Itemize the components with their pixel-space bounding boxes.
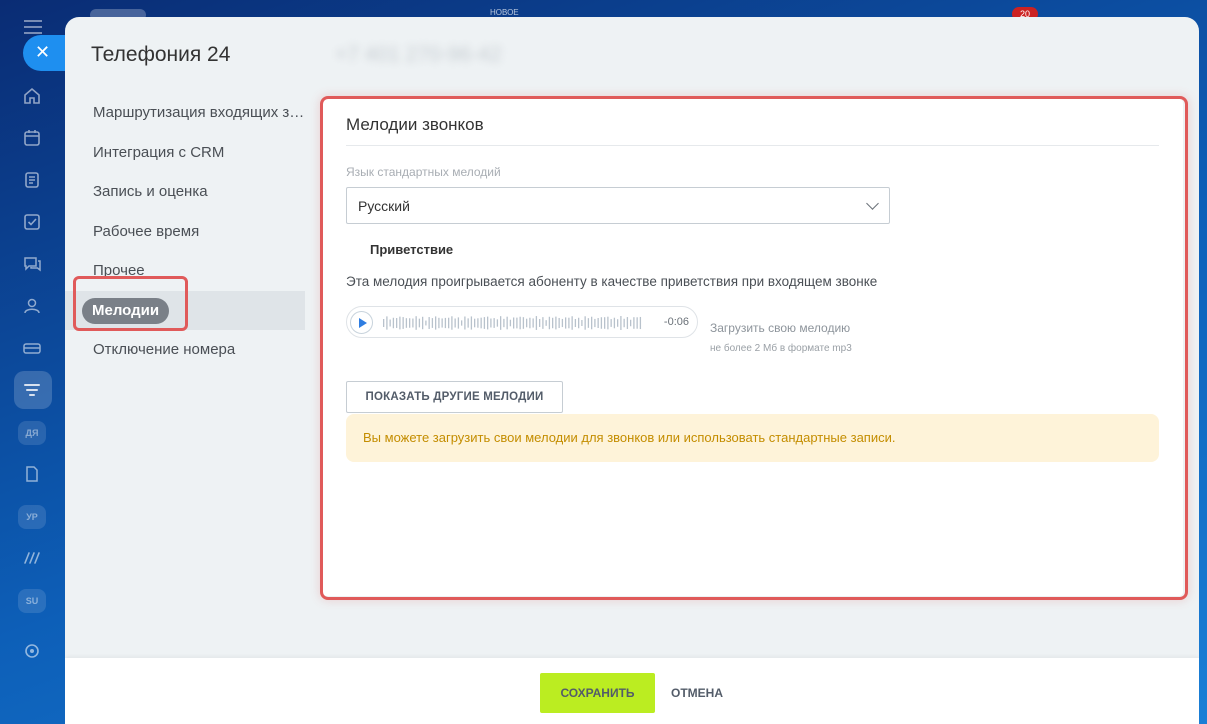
slider-title: Телефония 24 xyxy=(91,43,231,66)
phone-number-blurred: +7 401 270-96-42 xyxy=(335,43,502,66)
close-slider-button[interactable]: ✕ xyxy=(23,35,67,71)
top-new-label: НОВОЕ xyxy=(490,8,519,17)
app-sidebar: ✕ ДЯ УР SU xyxy=(0,0,67,724)
home-icon[interactable] xyxy=(22,86,42,106)
file-icon[interactable] xyxy=(22,464,42,484)
menu-highlight-frame xyxy=(73,276,188,331)
cancel-button[interactable]: ОТМЕНА xyxy=(671,673,723,713)
calendar-icon[interactable] xyxy=(22,128,42,148)
nav-pill-3[interactable]: SU xyxy=(18,589,46,613)
crm-icon[interactable] xyxy=(22,338,42,358)
settings-icon[interactable] xyxy=(22,641,42,661)
save-button[interactable]: СОХРАНИТЬ xyxy=(540,673,655,713)
card-highlight-frame xyxy=(320,96,1188,600)
close-icon: ✕ xyxy=(35,42,51,63)
filter-icon[interactable] xyxy=(22,380,42,400)
brand-icon[interactable] xyxy=(22,548,42,568)
menu-item-crm[interactable]: Интеграция с CRM xyxy=(65,133,305,173)
contacts-icon[interactable] xyxy=(22,296,42,316)
telephony-slider: Телефония 24 +7 401 270-96-42 Маршрутиза… xyxy=(65,17,1199,724)
nav-pill-1[interactable]: ДЯ xyxy=(18,421,46,445)
menu-item-disconnect[interactable]: Отключение номера xyxy=(65,330,305,370)
chat-icon[interactable] xyxy=(22,254,42,274)
menu-item-routing[interactable]: Маршрутизация входящих звонков xyxy=(65,93,305,133)
menu-item-work-time[interactable]: Рабочее время xyxy=(65,212,305,252)
nav-pill-2[interactable]: УР xyxy=(18,505,46,529)
footer-bar: СОХРАНИТЬ ОТМЕНА xyxy=(65,658,1199,724)
menu-icon[interactable] xyxy=(24,20,42,34)
document-icon[interactable] xyxy=(22,170,42,190)
menu-item-recording[interactable]: Запись и оценка xyxy=(65,172,305,212)
task-icon[interactable] xyxy=(22,212,42,232)
